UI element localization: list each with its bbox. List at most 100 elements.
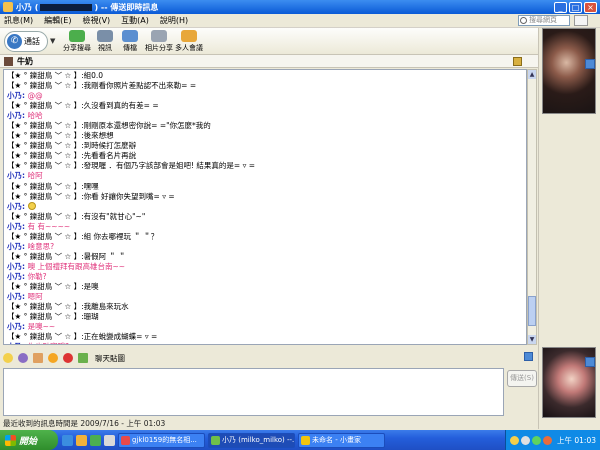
sticker-label[interactable]: 聊天貼圖 <box>95 353 125 364</box>
sender-name: 【★ ° 鑠甜鳥 ﹀ ☆ 】 <box>7 131 82 141</box>
sender-name: 小乃 <box>7 322 22 332</box>
contact-name: 牛奶 <box>17 56 33 66</box>
message-text: :先看看名片再說 <box>81 151 137 161</box>
font-icon[interactable] <box>33 353 43 363</box>
sender-name: 小乃 <box>7 171 22 181</box>
media-icon[interactable] <box>90 434 101 446</box>
sender-name: 小乃 <box>7 292 22 302</box>
sender-name: 【★ ° 鑠甜鳥 ﹀ ☆ 】 <box>7 251 82 261</box>
message-text: 哈哈 <box>27 111 43 121</box>
photo-share-button[interactable]: 相片分享 <box>142 30 176 53</box>
menu-bar: 訊息(M) 編輯(E) 檢視(V) 互動(A) 說明(H) 搜尋網頁 <box>0 14 600 28</box>
chat-message: 小乃: 是噢~~ <box>7 322 523 332</box>
tray-messenger-icon[interactable] <box>510 435 519 445</box>
minimize-button[interactable]: _ <box>554 1 567 13</box>
menu-help[interactable]: 說明(H) <box>160 15 188 26</box>
menu-message[interactable]: 訊息(M) <box>4 15 33 26</box>
tray-security-icon[interactable] <box>543 435 552 445</box>
sender-name: 【★ ° 鑠甜鳥 ﹀ ☆ 】 <box>7 151 82 161</box>
contact-display-picture[interactable] <box>542 28 596 114</box>
sender-name: 小乃 <box>7 91 22 101</box>
ie-icon[interactable] <box>62 434 73 446</box>
webcam-icon <box>97 30 113 42</box>
tray-volume-icon[interactable] <box>521 435 530 445</box>
share-search-icon <box>69 30 85 42</box>
folder-icon[interactable] <box>513 57 522 66</box>
chat-message: 【★ ° 鑠甜鳥 ﹀ ☆ 】:我離島來玩水 <box>7 302 523 312</box>
task-paint-label: 未命名 - 小畫家 <box>312 435 361 444</box>
send-button[interactable]: 傳送(S) <box>507 370 537 387</box>
chat-message: 【★ ° 鑠甜鳥 ﹀ ☆ 】:嘿嘿 <box>7 182 523 192</box>
messenger-quick-icon[interactable] <box>76 434 87 446</box>
chat-message: 【★ ° 鑠甜鳥 ﹀ ☆ 】:後來想想 <box>7 131 523 141</box>
conference-button[interactable]: 多人會議 <box>172 30 206 53</box>
sender-name: 【★ ° 鑠甜鳥 ﹀ ☆ 】 <box>7 302 82 312</box>
sender-name: 小乃 <box>7 261 22 271</box>
start-button[interactable]: 開始 <box>0 430 58 450</box>
desktop-icon[interactable] <box>104 434 115 446</box>
search-go-button[interactable] <box>574 15 588 26</box>
call-button[interactable]: ✆ 通話 <box>4 31 48 52</box>
windows-flag-icon <box>5 434 16 446</box>
message-input[interactable] <box>3 368 504 416</box>
chat-message: 小乃: 噢 上個禮拜有跟高雄台南~~ <box>7 262 523 272</box>
tray-network-icon[interactable] <box>532 435 541 445</box>
chat-message: 【★ ° 鑠甜鳥 ﹀ ☆ 】:正在蛻變成蝴蝶= ▿ = <box>7 332 523 342</box>
chat-message: 小乃: 你勒? <box>7 272 523 282</box>
menu-edit[interactable]: 編輯(E) <box>44 15 71 26</box>
nudge-icon[interactable] <box>48 353 58 363</box>
photo-share-label: 相片分享 <box>145 44 173 52</box>
menu-view[interactable]: 檢視(V) <box>82 15 110 26</box>
chat-message: 【★ ° 鑠甜鳥 ﹀ ☆ 】:組 你去哪裡玩 ＂ ＂？ <box>7 232 523 242</box>
photo-share-icon <box>151 30 167 42</box>
message-text: :暑假阿 ＂ ＂ <box>81 251 126 261</box>
message-text: 噢 上個禮拜有跟高雄台南~~ <box>27 261 126 271</box>
web-search-input[interactable]: 搜尋網頁 <box>518 15 570 26</box>
menu-interact[interactable]: 互動(A) <box>121 15 149 26</box>
my-card-side-icon[interactable] <box>585 357 595 367</box>
message-text: 啥意思? <box>27 241 55 251</box>
chat-message: 小乃: 哈哈 <box>7 111 523 121</box>
chat-message: 【★ ° 鑠甜鳥 ﹀ ☆ 】:組0.0 <box>7 71 523 81</box>
emoticon-icon[interactable] <box>3 353 13 363</box>
paint-icon <box>301 435 310 445</box>
sender-name: 【★ ° 鑠甜鳥 ﹀ ☆ 】 <box>7 121 82 131</box>
chat-task-icon <box>211 435 220 445</box>
message-text: :是噢 <box>81 281 99 291</box>
contact-card-icon[interactable] <box>524 352 533 361</box>
color-icon[interactable] <box>63 353 73 363</box>
format-bar: 聊天貼圖 <box>0 350 538 366</box>
message-text: :我離島來玩水 <box>81 302 129 312</box>
sender-name: 【★ ° 鑠甜鳥 ﹀ ☆ 】 <box>7 71 82 80</box>
contact-card-side-icon[interactable] <box>585 59 595 69</box>
message-text: :後來想想 <box>81 131 114 141</box>
chat-message: 【★ ° 鑠甜鳥 ﹀ ☆ 】:先看看名片再說 <box>7 151 523 161</box>
chat-message: 【★ ° 鑠甜鳥 ﹀ ☆ 】:剛剛原本還想密你說= ="你怎麼*我的 <box>7 121 523 131</box>
message-text: :組 你去哪裡玩 ＂ ＂？ <box>81 231 159 241</box>
task-album[interactable]: gjkl0159的無名相... <box>118 432 205 448</box>
wink-icon[interactable] <box>18 353 28 363</box>
window-title-prefix: 小乃 ( <box>16 2 39 12</box>
maximize-button[interactable]: □ <box>569 1 582 13</box>
chat-scrollbar[interactable]: ▲ ▼ <box>527 69 537 345</box>
task-chat[interactable]: 小乃 (milko_milko) --... <box>208 432 295 448</box>
task-paint[interactable]: 未命名 - 小畫家 <box>298 432 385 448</box>
scroll-down-icon[interactable]: ▼ <box>528 335 536 344</box>
conference-label: 多人會議 <box>175 44 203 52</box>
call-label: 通話 <box>24 37 40 46</box>
message-text: :組0.0 <box>81 71 104 80</box>
close-button[interactable]: × <box>584 1 597 13</box>
sticker-icon[interactable] <box>78 353 88 363</box>
message-text: 有 有~~~~ <box>27 221 71 231</box>
taskbar: 開始 gjkl0159的無名相... 小乃 (milko_milko) --..… <box>0 430 600 450</box>
message-text: :發現喔 ．有個乃字該部會是姐吧! 結果真的是= ▿ = <box>81 161 256 171</box>
sender-name: 【★ ° 鑠甜鳥 ﹀ ☆ 】 <box>7 332 82 342</box>
chat-message: 小乃: <box>7 201 523 212</box>
sender-name: 【★ ° 鑠甜鳥 ﹀ ☆ 】 <box>7 281 82 291</box>
scroll-up-icon[interactable]: ▲ <box>528 70 536 79</box>
chat-history[interactable]: 【★ ° 鑠甜鳥 ﹀ ☆ 】:組0.0 【★ ° 鑠甜鳥 ﹀ ☆ 】:我剛看你照片… <box>3 69 527 345</box>
chat-message: 小乃: @@ <box>7 91 523 101</box>
call-dropdown-chevron-icon[interactable]: ▼ <box>50 37 55 45</box>
title-bar: 小乃 () -- 傳送即時訊息 _ □ × <box>0 0 600 14</box>
scroll-thumb[interactable] <box>528 296 536 326</box>
